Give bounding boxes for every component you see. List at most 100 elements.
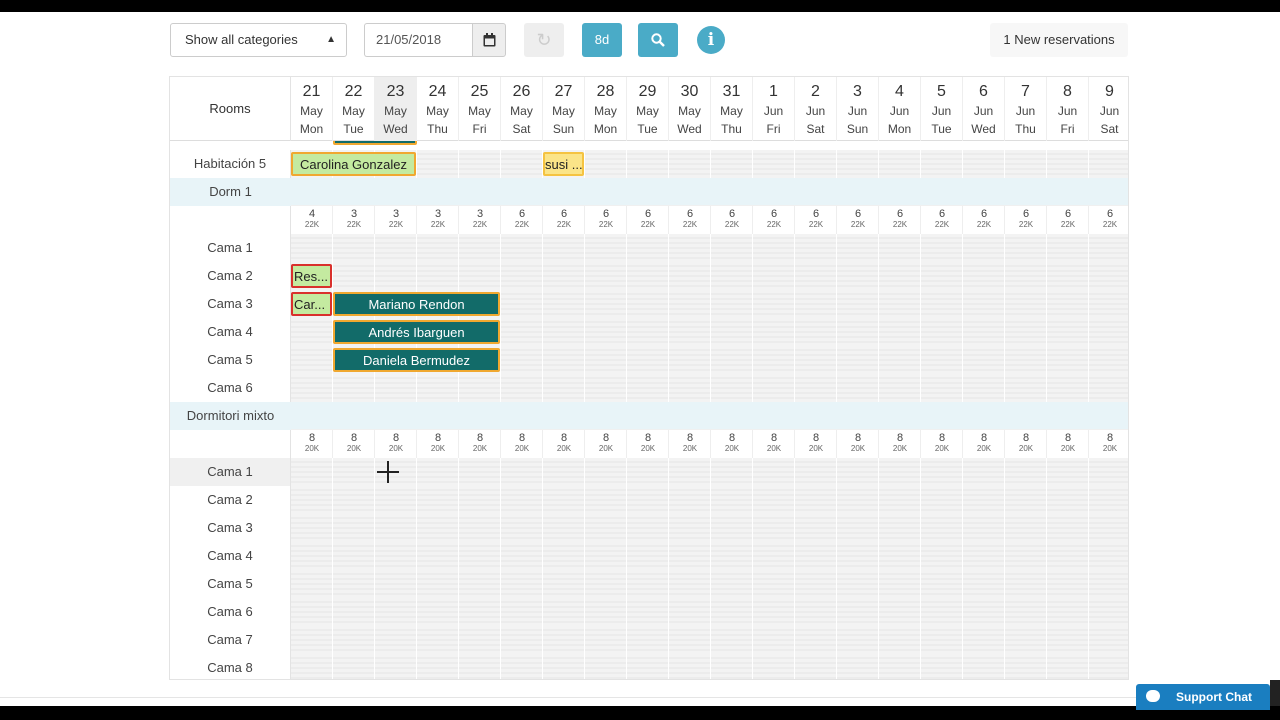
availability-cell: 8 20K xyxy=(501,433,543,454)
day-header[interactable]: 25 May Fri xyxy=(459,77,501,141)
day-cells[interactable] xyxy=(291,626,1128,654)
day-cells[interactable] xyxy=(291,598,1128,626)
cell-divider xyxy=(878,626,879,654)
day-header[interactable]: 31 May Thu xyxy=(711,77,753,141)
day-header[interactable]: 4 Jun Mon xyxy=(879,77,921,141)
corner-widget-icon[interactable] xyxy=(1270,680,1280,706)
cell-divider xyxy=(374,374,375,402)
cell-divider xyxy=(962,150,963,178)
day-header[interactable]: 7 Jun Thu xyxy=(1005,77,1047,141)
cell-divider xyxy=(500,486,501,514)
day-header[interactable]: 24 May Thu xyxy=(417,77,459,141)
calendar-button[interactable] xyxy=(472,23,506,57)
day-cells[interactable] xyxy=(291,514,1128,542)
day-header[interactable]: 5 Jun Tue xyxy=(921,77,963,141)
cell-divider xyxy=(836,598,837,626)
room-label[interactable]: Cama 4 xyxy=(170,542,291,570)
day-header[interactable]: 30 May Wed xyxy=(669,77,711,141)
info-icon[interactable]: i xyxy=(697,26,725,54)
reservation-bar[interactable]: Mariano Rendon xyxy=(333,292,500,316)
refresh-button[interactable]: ↻ xyxy=(524,23,564,57)
day-cells[interactable] xyxy=(291,150,1128,178)
room-label[interactable]: Cama 8 xyxy=(170,654,291,679)
cell-divider xyxy=(1004,234,1005,262)
day-header[interactable]: 29 May Tue xyxy=(627,77,669,141)
cell-divider xyxy=(500,598,501,626)
room-label[interactable]: Cama 2 xyxy=(170,262,291,290)
availability-cell: 6 22K xyxy=(627,209,669,230)
price: 20K xyxy=(1060,444,1076,453)
availability-cell: 6 22K xyxy=(1047,209,1089,230)
day-header[interactable]: 28 May Mon xyxy=(585,77,627,141)
availability-cell: 6 22K xyxy=(753,209,795,230)
day-header[interactable]: 6 Jun Wed xyxy=(963,77,1005,141)
reservation-bar[interactable]: Daniela Bermudez xyxy=(333,348,500,372)
reservation-bar[interactable]: Andrés Ibarguen xyxy=(333,320,500,344)
day-cells[interactable]: 4 22K 3 22K 3 22K 3 22K 3 22K 6 22K 6 22K 6 22K 6 22K 6 22K… xyxy=(291,206,1128,234)
day-header[interactable]: 23 May Wed xyxy=(375,77,417,141)
cell-divider xyxy=(920,598,921,626)
day-header[interactable]: 2 Jun Sat xyxy=(795,77,837,141)
cell-divider xyxy=(836,542,837,570)
cell-divider xyxy=(1088,374,1089,402)
reservation-bar[interactable]: Car... xyxy=(291,292,332,316)
room-label[interactable]: Cama 3 xyxy=(170,514,291,542)
cell-divider xyxy=(1046,570,1047,598)
day-header[interactable]: 22 May Tue xyxy=(333,77,375,141)
day-header[interactable]: 9 Jun Sat xyxy=(1089,77,1128,141)
room-label[interactable]: Cama 4 xyxy=(170,318,291,346)
search-button[interactable] xyxy=(638,23,678,57)
day-cells[interactable] xyxy=(291,374,1128,402)
room-label[interactable]: Cama 7 xyxy=(170,626,291,654)
day-cells[interactable] xyxy=(291,542,1128,570)
toolbar: Show all categories ▲ 21/05/2018 ↻ 8d i … xyxy=(0,23,1280,57)
day-cells[interactable] xyxy=(291,262,1128,290)
day-header[interactable]: 3 Jun Sun xyxy=(837,77,879,141)
room-label[interactable]: Cama 3 xyxy=(170,290,291,318)
cell-divider xyxy=(752,234,753,262)
room-label[interactable]: Cama 1 xyxy=(170,234,291,262)
day-header[interactable]: 21 May Mon xyxy=(291,77,333,141)
room-label[interactable]: Cama 5 xyxy=(170,346,291,374)
day-number: 27 xyxy=(554,83,573,100)
day-month: May xyxy=(636,104,659,118)
support-chat-button[interactable]: Support Chat xyxy=(1136,684,1270,710)
new-reservations-badge[interactable]: 1 New reservations xyxy=(990,23,1128,57)
cell-divider xyxy=(332,570,333,598)
day-cells[interactable] xyxy=(291,458,1128,486)
cell-divider xyxy=(668,262,669,290)
category-row: Dorm 1 xyxy=(170,178,1128,206)
day-cells[interactable] xyxy=(291,654,1128,679)
reservation-bar[interactable]: Res... xyxy=(291,264,332,288)
day-cells[interactable]: 8 20K 8 20K 8 20K 8 20K 8 20K 8 20K 8 20K 8 20K 8 20K 8 20K… xyxy=(291,430,1128,458)
room-label[interactable]: Cama 5 xyxy=(170,570,291,598)
cell-divider xyxy=(836,458,837,486)
day-cells[interactable] xyxy=(291,486,1128,514)
room-label[interactable]: Cama 6 xyxy=(170,598,291,626)
day-header[interactable]: 1 Jun Fri xyxy=(753,77,795,141)
reservation-bar[interactable]: susi ... xyxy=(543,152,584,176)
cell-divider xyxy=(668,374,669,402)
cell-divider xyxy=(1046,290,1047,318)
eight-day-view-button[interactable]: 8d xyxy=(582,23,622,57)
available-count: 8 xyxy=(1022,432,1030,444)
day-header[interactable]: 27 May Sun xyxy=(543,77,585,141)
room-label[interactable]: Cama 1 xyxy=(170,458,291,486)
category-label[interactable]: Dormitori mixto xyxy=(170,402,291,430)
day-number: 24 xyxy=(428,83,447,100)
category-select[interactable]: Show all categories ▲ xyxy=(170,23,347,57)
day-header[interactable]: 8 Jun Fri xyxy=(1047,77,1089,141)
room-label[interactable]: Habitación 5 xyxy=(170,150,291,178)
cell-divider xyxy=(1046,598,1047,626)
day-cells[interactable] xyxy=(291,570,1128,598)
room-label[interactable]: Cama 2 xyxy=(170,486,291,514)
date-input[interactable]: 21/05/2018 xyxy=(364,23,472,57)
room-label[interactable]: Cama 6 xyxy=(170,374,291,402)
day-number: 3 xyxy=(853,83,862,100)
cell-divider xyxy=(710,346,711,374)
cell-divider xyxy=(542,570,543,598)
day-cells[interactable] xyxy=(291,234,1128,262)
reservation-bar[interactable]: Carolina Gonzalez xyxy=(291,152,416,176)
category-label[interactable]: Dorm 1 xyxy=(170,178,291,206)
day-header[interactable]: 26 May Sat xyxy=(501,77,543,141)
